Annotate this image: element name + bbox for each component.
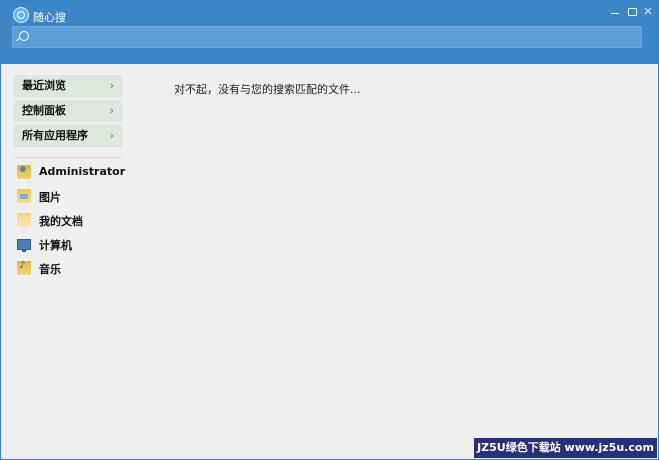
maximize-icon[interactable] bbox=[625, 5, 639, 19]
app-logo-icon bbox=[13, 7, 29, 23]
minimize-icon[interactable] bbox=[608, 5, 622, 19]
folder-item-computer[interactable]: 计算机 bbox=[17, 236, 137, 252]
sidebar-item-label: 控制面板 bbox=[22, 104, 66, 117]
sidebar-item-control-panel[interactable]: 控制面板 › bbox=[14, 100, 122, 122]
folder-item-pictures[interactable]: 图片 bbox=[17, 188, 137, 204]
sidebar-item-label: 所有应用程序 bbox=[22, 129, 88, 142]
sidebar-divider bbox=[14, 157, 122, 158]
window-title: 随心搜 bbox=[33, 11, 66, 24]
close-icon[interactable]: ✕ bbox=[641, 5, 655, 19]
chevron-right-icon: › bbox=[109, 104, 114, 117]
chevron-right-icon: › bbox=[109, 79, 114, 92]
computer-icon bbox=[17, 239, 31, 252]
folder-item-music[interactable]: 音乐 bbox=[17, 260, 137, 276]
user-folder-icon bbox=[17, 165, 31, 179]
folder-label: 图片 bbox=[39, 191, 61, 204]
folder-label: 音乐 bbox=[39, 263, 61, 276]
title-bar: 随心搜 ✕ bbox=[1, 1, 658, 64]
sidebar-item-all-apps[interactable]: 所有应用程序 › bbox=[14, 125, 122, 147]
search-bar[interactable] bbox=[12, 26, 642, 48]
pictures-folder-icon bbox=[17, 189, 31, 203]
search-icon bbox=[19, 31, 29, 41]
search-input[interactable] bbox=[33, 28, 637, 48]
folder-item-documents[interactable]: 我的文档 bbox=[17, 212, 137, 228]
music-folder-icon bbox=[17, 260, 31, 275]
watermark: JZ5U绿色下载站 www.jz5u.com bbox=[474, 438, 657, 458]
app-window: 随心搜 ✕ 最近浏览 › 控制面板 › 所有应用程序 › Administrat… bbox=[0, 0, 659, 460]
folder-label: 计算机 bbox=[39, 239, 72, 252]
folder-label: 我的文档 bbox=[39, 215, 83, 228]
documents-folder-icon bbox=[17, 213, 31, 227]
folder-label: Administrator bbox=[39, 165, 126, 178]
folder-item-administrator[interactable]: Administrator bbox=[17, 164, 137, 180]
sidebar-item-recent[interactable]: 最近浏览 › bbox=[14, 75, 122, 97]
no-results-message: 对不起，没有与您的搜索匹配的文件... bbox=[174, 83, 361, 96]
sidebar-item-label: 最近浏览 bbox=[22, 79, 66, 92]
chevron-right-icon: › bbox=[109, 129, 114, 142]
